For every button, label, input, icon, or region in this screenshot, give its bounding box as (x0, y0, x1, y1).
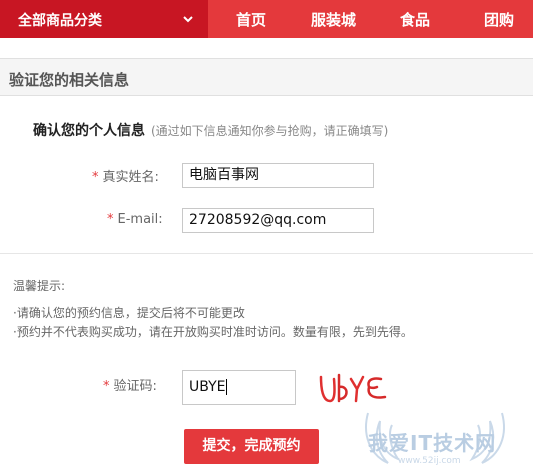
section-header: 验证您的相关信息 (0, 58, 533, 96)
nav-link-groupbuy[interactable]: 团购 (484, 9, 514, 30)
top-nav-bar: 全部商品分类 首页 服装城 食品 团购 (0, 0, 533, 38)
email-label-text: E-mail: (117, 212, 163, 227)
personal-info-title: 确认您的个人信息 (33, 123, 145, 139)
required-star: * (103, 379, 110, 394)
chevron-down-icon (183, 16, 193, 23)
required-star: * (107, 212, 114, 227)
watermark-subtext: www.52ij.com (398, 456, 461, 466)
personal-info-note: (通过如下信息通知你参与抢购，请正确填写) (151, 124, 389, 138)
category-label: 全部商品分类 (18, 13, 102, 29)
nav-link-home[interactable]: 首页 (236, 9, 266, 30)
submit-button[interactable]: 提交，完成预约 (184, 429, 319, 464)
captcha-label: * 验证码: (103, 375, 157, 394)
tip-line: ·请确认您的预约信息，提交后将不可能更改 (13, 306, 245, 320)
nav-link-clothing[interactable]: 服装城 (311, 9, 356, 30)
divider (0, 253, 533, 254)
required-star: * (92, 170, 99, 185)
captcha-image[interactable] (315, 367, 390, 407)
captcha-input-value: UBYE (189, 379, 226, 395)
section-title: 验证您的相关信息 (9, 71, 130, 89)
category-dropdown[interactable]: 全部商品分类 (0, 0, 208, 38)
watermark-text: 我爱IT技术网 (368, 431, 497, 455)
nav-link-food[interactable]: 食品 (400, 9, 430, 30)
name-label: * 真实姓名: (92, 166, 159, 185)
name-label-text: 真实姓名: (102, 170, 159, 185)
tip-line: ·预约并不代表购买成功，请在开放购买时准时访问。数量有限，先到先得。 (13, 325, 413, 339)
captcha-label-text: 验证码: (113, 379, 157, 394)
email-input[interactable]: 27208592@qq.com (182, 208, 374, 233)
email-label: * E-mail: (107, 212, 163, 227)
captcha-input[interactable]: UBYE (182, 370, 296, 405)
real-name-input[interactable]: 电脑百事网 (182, 163, 374, 188)
tips-title: 温馨提示: (13, 279, 66, 293)
